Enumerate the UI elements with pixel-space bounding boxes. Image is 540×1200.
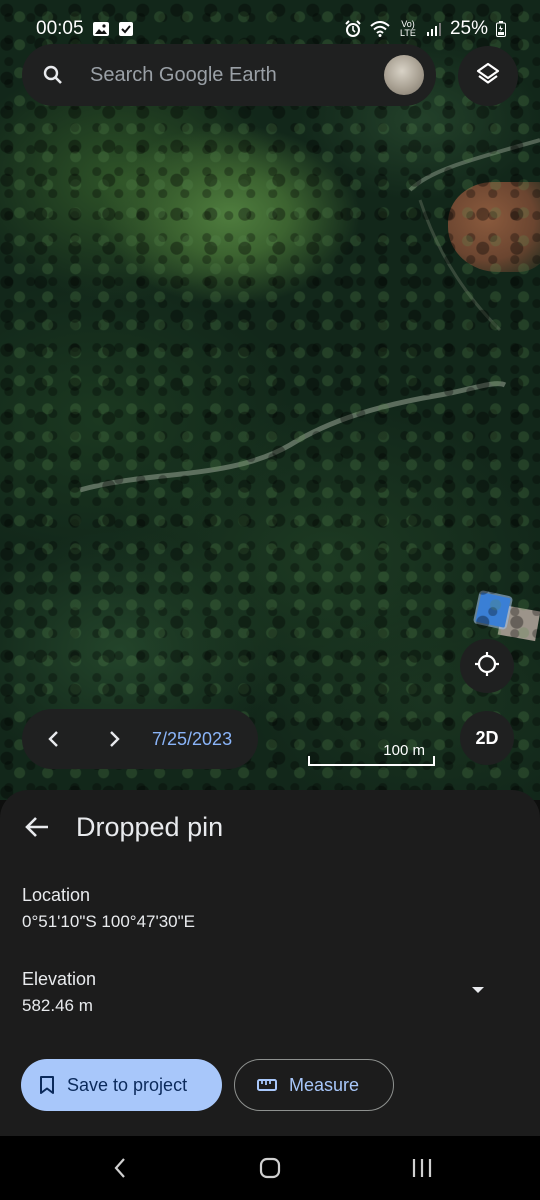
arrow-back-icon[interactable] — [22, 810, 52, 844]
sheet-title: Dropped pin — [76, 811, 224, 842]
nav-home-icon[interactable] — [250, 1150, 290, 1186]
search-bar[interactable] — [22, 44, 436, 106]
battery-percent: 25% — [449, 18, 488, 39]
scale-bar: 100 m — [308, 742, 435, 768]
layers-icon — [475, 61, 501, 92]
nav-recents-icon[interactable] — [402, 1150, 442, 1186]
save-to-project-button[interactable]: Save to project — [21, 1059, 222, 1111]
view-2d-toggle[interactable]: 2D — [460, 711, 514, 765]
image-icon — [92, 21, 110, 37]
sheet-header: Dropped pin — [22, 810, 223, 844]
status-time: 00:05 — [36, 18, 84, 39]
dropped-pin-sheet: Dropped pin Location 0°51'10"S 100°47'30… — [0, 790, 540, 1136]
bookmark-icon — [39, 1075, 55, 1095]
my-location-button[interactable] — [460, 639, 514, 693]
nav-back-icon[interactable] — [100, 1150, 140, 1186]
search-input[interactable] — [88, 62, 384, 88]
wifi-icon — [370, 21, 390, 37]
measure-button[interactable]: Measure — [234, 1059, 394, 1111]
chevron-left-icon[interactable] — [32, 717, 76, 761]
save-to-project-label: Save to project — [67, 1074, 188, 1095]
chevron-right-icon[interactable] — [92, 717, 136, 761]
building-blue-roof — [475, 592, 511, 628]
alarm-icon — [344, 20, 362, 38]
layers-button[interactable] — [458, 46, 518, 106]
dropdown-icon[interactable] — [458, 970, 498, 1010]
location-value: 0°51'10"S 100°47'30"E — [22, 912, 196, 931]
network-label: Vo) LTE — [400, 19, 416, 38]
battery-icon — [496, 21, 506, 37]
map-paths — [79, 138, 540, 493]
imagery-date[interactable]: 7/25/2023 — [152, 729, 232, 750]
my-location-icon — [473, 650, 501, 683]
satellite-map[interactable] — [0, 0, 540, 800]
signal-icon — [426, 21, 442, 37]
building-roof — [497, 604, 540, 642]
map-clearing — [448, 182, 540, 272]
system-navigation-bar — [0, 1136, 540, 1200]
elevation-label: Elevation — [22, 969, 97, 989]
imagery-date-control: 7/25/2023 — [22, 709, 258, 769]
ruler-icon — [257, 1079, 277, 1091]
scale-line — [308, 756, 435, 766]
elevation-value: 582.46 m — [22, 996, 93, 1015]
location-label: Location — [22, 885, 91, 905]
avatar[interactable] — [384, 55, 424, 95]
measure-label: Measure — [289, 1074, 360, 1095]
search-icon[interactable] — [40, 62, 66, 88]
checkbox-icon — [118, 21, 134, 37]
